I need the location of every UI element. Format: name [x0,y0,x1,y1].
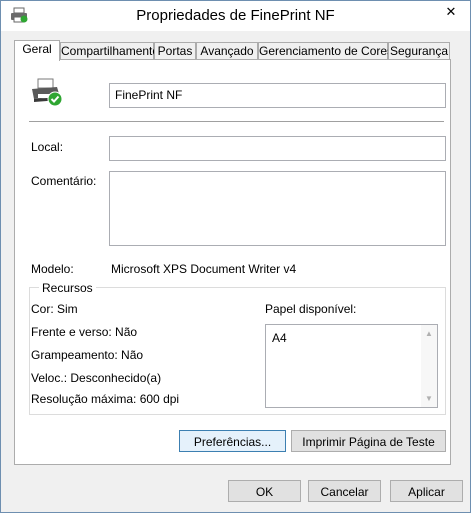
duplex-feature: Frente e verso: Não [31,325,138,339]
tab-compartilhamento[interactable]: Compartilhamento [60,42,159,60]
printer-name-field[interactable]: FinePrint NF [109,83,446,108]
print-test-page-button[interactable]: Imprimir Página de Teste [291,430,446,452]
separator [29,121,444,122]
apply-button[interactable]: Aplicar [390,480,463,502]
comment-label: Comentário: [31,174,97,188]
tab-avancado[interactable]: Avançado [196,42,258,60]
general-tab-panel: FinePrint NF Local: Comentário: Modelo: … [14,59,451,465]
model-label: Modelo: [31,262,74,276]
tab-portas[interactable]: Portas [154,42,196,60]
scroll-up-icon[interactable]: ▲ [425,329,433,338]
paper-scrollbar[interactable]: ▲ ▼ [421,325,437,407]
paper-item[interactable]: A4 [272,331,287,345]
cancel-button[interactable]: Cancelar [308,480,381,502]
paper-listbox[interactable]: A4 ▲ ▼ [265,324,438,408]
comment-field[interactable] [109,171,446,246]
color-feature: Cor: Sim [31,302,78,316]
properties-dialog: Propriedades de FinePrint NF ✕ Geral Com… [0,0,471,513]
close-icon: ✕ [445,4,457,19]
location-field[interactable] [109,136,446,161]
max-resolution-feature: Resolução máxima: 600 dpi [31,392,180,406]
window-title: Propriedades de FinePrint NF [136,7,335,24]
title-bar: Propriedades de FinePrint NF ✕ [1,1,470,31]
paper-available-label: Papel disponível: [265,302,357,316]
close-button[interactable]: ✕ [437,2,465,22]
preferences-button[interactable]: Preferências... [179,430,286,452]
features-group-title: Recursos [39,281,96,295]
ok-button[interactable]: OK [228,480,301,502]
printer-check-icon [32,78,63,107]
speed-feature: Veloc.: Desconhecido(a) [31,371,162,385]
scroll-down-icon[interactable]: ▼ [425,394,433,403]
staple-feature: Grampeamento: Não [31,348,144,362]
location-label: Local: [31,140,64,154]
tab-seguranca[interactable]: Segurança [388,42,450,60]
model-value: Microsoft XPS Document Writer v4 [111,262,297,276]
tab-geral[interactable]: Geral [14,40,60,61]
tab-gerenciamento-de-cores[interactable]: Gerenciamento de Cores [258,42,393,60]
